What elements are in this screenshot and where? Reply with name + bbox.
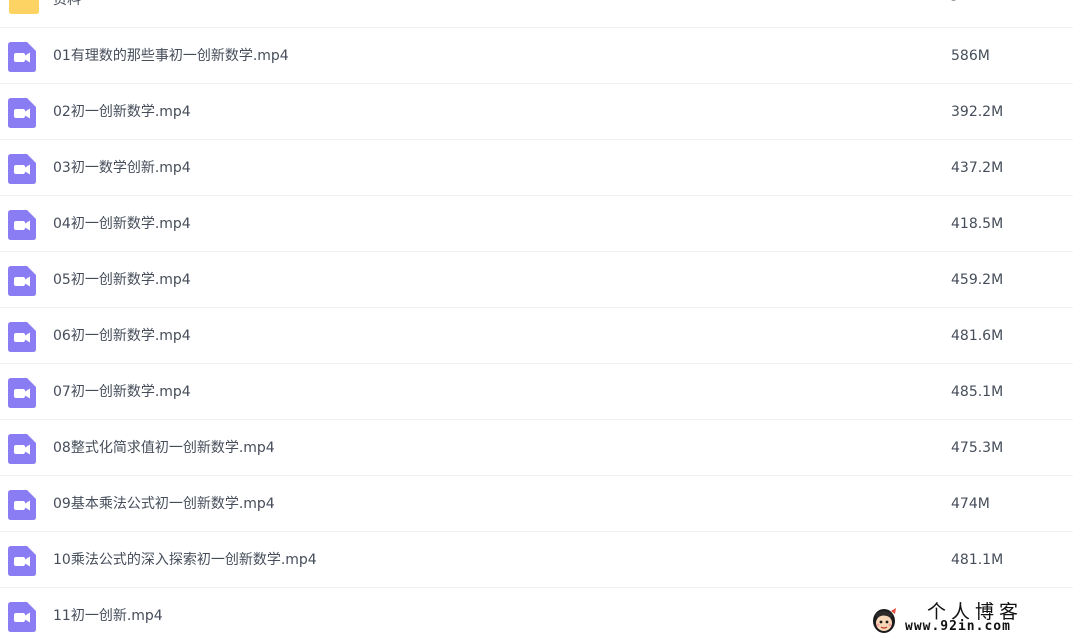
file-row[interactable]: 10乘法公式的深入探索初一创新数学.mp4 481.1M [0,532,1073,588]
file-name: 06初一创新数学.mp4 [53,328,191,344]
video-file-icon [8,266,36,296]
file-size: 481.1M [951,552,1004,568]
file-size: 485.1M [951,384,1004,400]
avatar-icon [869,605,899,635]
folder-icon [8,0,39,16]
video-file-icon [8,322,36,352]
file-name: 05初一创新数学.mp4 [53,272,191,288]
file-row[interactable]: 08整式化简求值初一创新数学.mp4 475.3M [0,420,1073,476]
file-size: 418.5M [951,216,1004,232]
watermark-url: www.92in.com [905,619,1011,634]
video-file-icon [8,602,36,632]
file-size: 459.2M [951,272,1004,288]
blog-watermark: 个人博客 www.92in.com [869,597,1059,639]
file-name: 03初一数学创新.mp4 [53,160,191,176]
file-size: 392.2M [951,104,1004,120]
file-row[interactable]: 03初一数学创新.mp4 437.2M [0,140,1073,196]
video-file-icon [8,42,36,72]
video-file-icon [8,546,36,576]
video-file-icon [8,490,36,520]
file-name: 资料 [53,0,81,8]
file-size: - [951,0,957,8]
file-row[interactable]: 09基本乘法公式初一创新数学.mp4 474M [0,476,1073,532]
file-name: 08整式化简求值初一创新数学.mp4 [53,440,275,456]
file-name: 02初一创新数学.mp4 [53,104,191,120]
file-row[interactable]: 01有理数的那些事初一创新数学.mp4 586M [0,28,1073,84]
file-name: 01有理数的那些事初一创新数学.mp4 [53,48,289,64]
file-row-folder[interactable]: 资料 - [0,0,1073,28]
video-file-icon [8,210,36,240]
video-file-icon [8,154,36,184]
video-file-icon [8,378,36,408]
file-name: 07初一创新数学.mp4 [53,384,191,400]
file-size: 437.2M [951,160,1004,176]
file-size: 474M [951,496,990,512]
file-name: 04初一创新数学.mp4 [53,216,191,232]
file-name: 11初一创新.mp4 [53,608,163,624]
file-row[interactable]: 07初一创新数学.mp4 485.1M [0,364,1073,420]
file-name: 10乘法公式的深入探索初一创新数学.mp4 [53,552,317,568]
file-row[interactable]: 04初一创新数学.mp4 418.5M [0,196,1073,252]
file-list: 资料 - 01有理数的那些事初一创新数学.mp4 586M 02初一创新数学.m… [0,0,1073,644]
file-name: 09基本乘法公式初一创新数学.mp4 [53,496,275,512]
video-file-icon [8,434,36,464]
file-row[interactable]: 02初一创新数学.mp4 392.2M [0,84,1073,140]
file-row[interactable]: 05初一创新数学.mp4 459.2M [0,252,1073,308]
file-size: 586M [951,48,990,64]
video-file-icon [8,98,36,128]
file-size: 481.6M [951,328,1004,344]
file-size: 475.3M [951,440,1004,456]
file-row[interactable]: 06初一创新数学.mp4 481.6M [0,308,1073,364]
